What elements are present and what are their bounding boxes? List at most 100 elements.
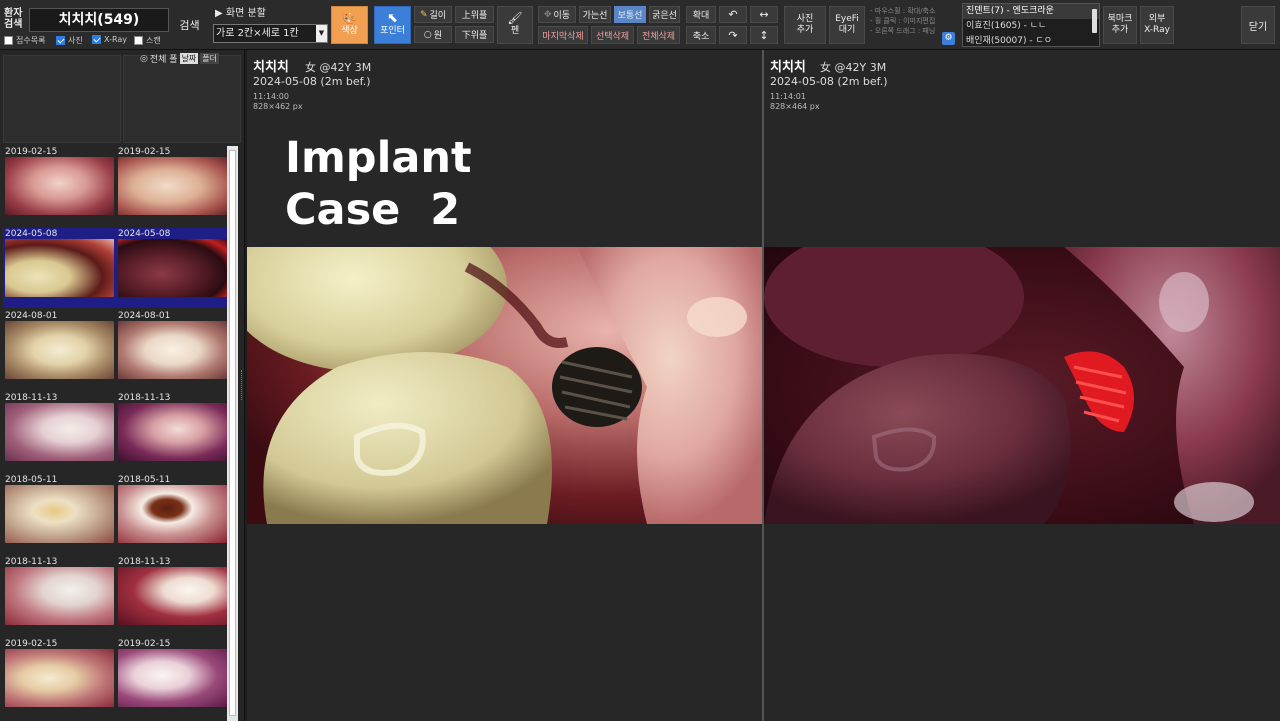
delete-last-button[interactable]: 마지막삭제	[538, 26, 588, 44]
length-button[interactable]: ✎ 길이	[414, 6, 452, 23]
thumbnail-item[interactable]: 2018-05-11	[116, 474, 229, 554]
filter-all-label[interactable]: 전체 폴	[150, 52, 178, 65]
search-button[interactable]: 검색	[173, 6, 206, 44]
thumbnail-item[interactable]: 2019-02-15	[3, 638, 116, 718]
settings-gear-icon[interactable]: ⚙	[942, 32, 955, 45]
rotate-left-icon[interactable]: ↶	[719, 6, 747, 23]
circle-button[interactable]: ○ 원	[414, 26, 452, 43]
thumbnail-image	[5, 567, 114, 625]
bookmark-item[interactable]: 진덴트(7) - 엔도크라운	[963, 4, 1099, 19]
eyefi-button[interactable]: EyeFi 대기	[829, 6, 865, 44]
dental-photo-right[interactable]	[764, 247, 1280, 524]
case-title-overlay: Implant Case 2	[285, 133, 472, 235]
photo-date: 2024-05-08 (2m bef.)	[770, 75, 888, 88]
delete-selected-button[interactable]: 선택삭제	[591, 26, 634, 44]
intraoral-photo	[247, 247, 762, 524]
rotate-right-icon[interactable]: ↷	[719, 26, 747, 44]
thin-line-button[interactable]: 가는선	[579, 6, 611, 23]
tab-folder[interactable]: 폴더	[200, 53, 220, 64]
thumbnail-image	[118, 157, 227, 215]
external-xray-button[interactable]: 외부 X-Ray	[1140, 6, 1174, 44]
bookmark-list[interactable]: 진덴트(7) - 엔도크라운 이효진(1605) - ㄴㄴ 배인재(50007)…	[962, 3, 1100, 47]
thumbnail-image	[118, 239, 227, 297]
pencil-icon: ✎	[419, 9, 428, 20]
thumbnail-sidebar: ◎ 전체 폴 날짜 폴더 2019-02-15 2019-02-15 2024-…	[0, 50, 245, 721]
normal-line-button[interactable]: 보통선	[614, 6, 646, 23]
move-button[interactable]: ✥ 이동	[538, 6, 576, 23]
patient-info: 女 @42Y 3M	[305, 61, 372, 74]
patient-name: 치치치	[770, 60, 806, 75]
bookmark-item[interactable]: 이효진(1605) - ㄴㄴ	[963, 19, 1099, 34]
checkbox-reception-list[interactable]: 접수목록	[4, 35, 45, 46]
viewer-pane-right[interactable]: 치치치 女 @42Y 3M 2024-05-08 (2m bef.) 11:14…	[764, 50, 1280, 721]
thick-line-button[interactable]: 굵은선	[649, 6, 680, 23]
thumbnail-item[interactable]: 2024-08-01	[3, 310, 116, 390]
thumbnail-scrollbar[interactable]	[227, 146, 238, 721]
photo-size: 828×464 px	[770, 102, 820, 111]
toolbar: 환자 검색 치치치(549) 검색 ▶ 화면 분할 가로 2칸×세로 1칸 ▼ …	[0, 0, 1280, 50]
dental-photo-left[interactable]	[247, 247, 762, 524]
zoom-in-button[interactable]: 확대	[686, 6, 716, 23]
color-button[interactable]: 🎨 색상	[331, 6, 368, 44]
patient-search-label: 환자 검색	[4, 8, 23, 30]
patient-name-field[interactable]: 치치치(549)	[29, 8, 169, 32]
dental-image-viewer: 환자 검색 치치치(549) 검색 ▶ 화면 분할 가로 2칸×세로 1칸 ▼ …	[0, 0, 1280, 721]
add-photo-button[interactable]: 사진 추가	[784, 6, 826, 44]
screen-split-label: ▶ 화면 분할	[215, 8, 266, 19]
eye-icon: ◎	[140, 53, 148, 64]
patient-info: 女 @42Y 3M	[820, 61, 887, 74]
thumbnail-image	[5, 239, 114, 297]
bookmark-item[interactable]: 배인재(50007) - ㄷㅇ	[963, 34, 1099, 46]
thumbnail-item[interactable]: 2019-02-15	[116, 146, 229, 226]
move-icon: ✥	[543, 9, 552, 20]
viewer-pane-left[interactable]: 치치치 女 @42Y 3M 2024-05-08 (2m bef.) 11:14…	[247, 50, 762, 721]
split-layout-select[interactable]: 가로 2칸×세로 1칸 ▼	[213, 24, 328, 43]
thumbnail-image	[118, 321, 227, 379]
checkbox-photo[interactable]: 사진	[56, 35, 83, 46]
upper-overlay-button[interactable]: 上위플	[455, 6, 494, 23]
photo-date: 2024-05-08 (2m bef.)	[253, 75, 371, 88]
circle-icon: ○	[423, 29, 432, 40]
photo-time: 11:14:01	[770, 92, 806, 101]
patient-name: 치치치	[253, 60, 289, 75]
close-button[interactable]: 닫기	[1241, 6, 1275, 44]
thumbnail-image	[5, 485, 114, 543]
thumbnail-item[interactable]: 2018-11-13	[3, 556, 116, 636]
checkbox-xray[interactable]: X-Ray	[92, 35, 127, 44]
thumbnail-image	[5, 403, 114, 461]
thumbnail-image	[118, 567, 227, 625]
thumbnail-item[interactable]: 2024-08-01	[116, 310, 229, 390]
thumbnail-item[interactable]: 2024-05-08	[3, 228, 116, 308]
thumbnail-item[interactable]: 2024-05-08	[116, 228, 229, 308]
checkbox-scan[interactable]: 스캔	[134, 35, 161, 46]
thumbnail-item[interactable]: 2018-05-11	[3, 474, 116, 554]
thumbnail-item[interactable]: 2019-02-15	[116, 638, 229, 718]
thumbnail-image	[118, 485, 227, 543]
thumbnail-item[interactable]: 2019-02-15	[3, 146, 116, 226]
thumbnail-image	[118, 403, 227, 461]
flip-horizontal-icon[interactable]: ↔	[750, 6, 778, 23]
zoom-out-button[interactable]: 축소	[686, 26, 716, 44]
flip-vertical-icon[interactable]: ↕	[750, 26, 778, 44]
intraoral-photo	[764, 247, 1280, 524]
sidebar-resize-handle[interactable]	[241, 370, 244, 400]
scrollbar-thumb[interactable]	[229, 150, 236, 716]
thumbnail-item[interactable]: 2018-11-13	[116, 556, 229, 636]
thumbnail-image	[5, 157, 114, 215]
photo-size: 828×462 px	[253, 102, 303, 111]
bookmark-scrollbar[interactable]	[1092, 9, 1097, 33]
thumbnail-item[interactable]: 2018-11-13	[116, 392, 229, 472]
thumbnail-item[interactable]: 2018-11-13	[3, 392, 116, 472]
photo-time: 11:14:00	[253, 92, 289, 101]
lower-overlay-button[interactable]: 下위플	[455, 26, 494, 43]
delete-all-button[interactable]: 전체삭제	[637, 26, 680, 44]
pointer-button[interactable]: ⬉ 포인터	[374, 6, 411, 44]
palette-icon: 🎨	[342, 11, 357, 25]
tab-date[interactable]: 날짜	[179, 53, 199, 64]
filter-bar: ◎ 전체 폴 날짜 폴더	[140, 52, 220, 65]
add-bookmark-button[interactable]: 북마크 추가	[1103, 6, 1137, 44]
thumbnail-image	[5, 321, 114, 379]
pen-button[interactable]: 🖌 펜	[497, 6, 533, 44]
thumbnail-image	[5, 649, 114, 707]
thumbnail-image	[118, 649, 227, 707]
